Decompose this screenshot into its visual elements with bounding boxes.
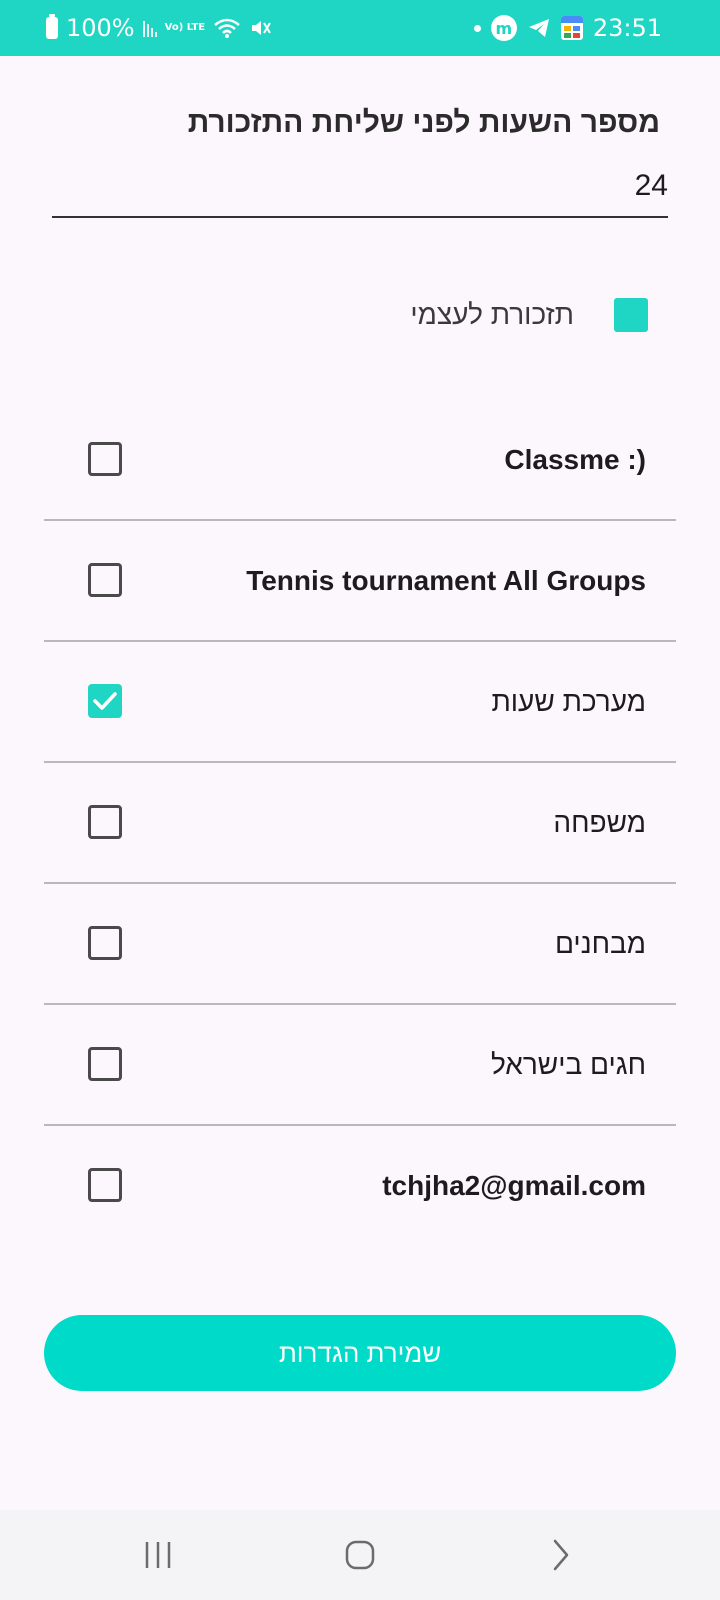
signal-icon [142, 19, 157, 37]
calendar-name: חגים בישראל [490, 1048, 646, 1080]
hours-input[interactable] [52, 160, 668, 212]
checkmark-icon [93, 692, 117, 710]
calendar-checkbox[interactable] [88, 442, 122, 476]
calendar-row[interactable]: מבחנים [44, 884, 676, 1005]
notification-dot-icon [473, 24, 481, 32]
battery-level: 100% [66, 14, 135, 42]
calendar-row[interactable]: Classme :) [44, 400, 676, 521]
calendar-checkbox[interactable] [88, 926, 122, 960]
calendar-name: מבחנים [554, 927, 646, 959]
calendar-row[interactable]: מערכת שעות [44, 642, 676, 763]
calendar-name: מערכת שעות [491, 685, 646, 717]
wifi-icon [214, 18, 240, 38]
m-app-icon: m [490, 15, 517, 41]
calendar-app-icon [560, 16, 583, 40]
calendar-name: Classme :) [504, 443, 646, 475]
status-left: 100% Vo) LTE [46, 0, 273, 56]
navigation-bar [0, 1510, 720, 1600]
recents-button[interactable] [128, 1530, 188, 1580]
home-icon [345, 1540, 375, 1570]
status-bar: 100% Vo) LTE m 23:51 [0, 0, 720, 56]
back-button[interactable] [530, 1530, 590, 1580]
self-reminder-checkbox[interactable] [614, 298, 648, 332]
calendar-name: tchjha2@gmail.com [382, 1169, 646, 1201]
self-reminder-label: תזכורת לעצמי [410, 299, 574, 330]
calendar-checkbox[interactable] [88, 805, 122, 839]
mute-icon [252, 21, 271, 35]
calendar-name: Tennis tournament All Groups [246, 564, 646, 596]
clock: 23:51 [592, 14, 662, 42]
self-reminder-toggle[interactable]: תזכורת לעצמי [410, 295, 648, 335]
home-button[interactable] [330, 1530, 390, 1580]
calendar-checkbox[interactable] [88, 563, 122, 597]
battery-icon [46, 14, 58, 39]
calendar-name: משפחה [553, 806, 646, 838]
page-title: מספר השעות לפני שליחת התזכורת [187, 106, 660, 139]
calendar-checkbox[interactable] [88, 1047, 122, 1081]
telegram-icon [528, 19, 549, 37]
calendar-checkbox-checked[interactable] [88, 684, 122, 718]
status-right: m 23:51 [473, 0, 662, 56]
recents-icon [145, 1542, 171, 1568]
calendar-checkbox[interactable] [88, 1168, 122, 1202]
calendar-row[interactable]: חגים בישראל [44, 1005, 676, 1126]
volte-icon: Vo) LTE [164, 22, 206, 33]
calendar-list: Classme :) Tennis tournament All Groups … [44, 400, 676, 1247]
hours-field[interactable] [52, 160, 668, 218]
calendar-row[interactable]: Tennis tournament All Groups [44, 521, 676, 642]
save-settings-button[interactable]: שמירת הגדרות [44, 1315, 676, 1391]
back-icon [553, 1539, 569, 1571]
calendar-row[interactable]: משפחה [44, 763, 676, 884]
calendar-row[interactable]: tchjha2@gmail.com [44, 1126, 676, 1247]
